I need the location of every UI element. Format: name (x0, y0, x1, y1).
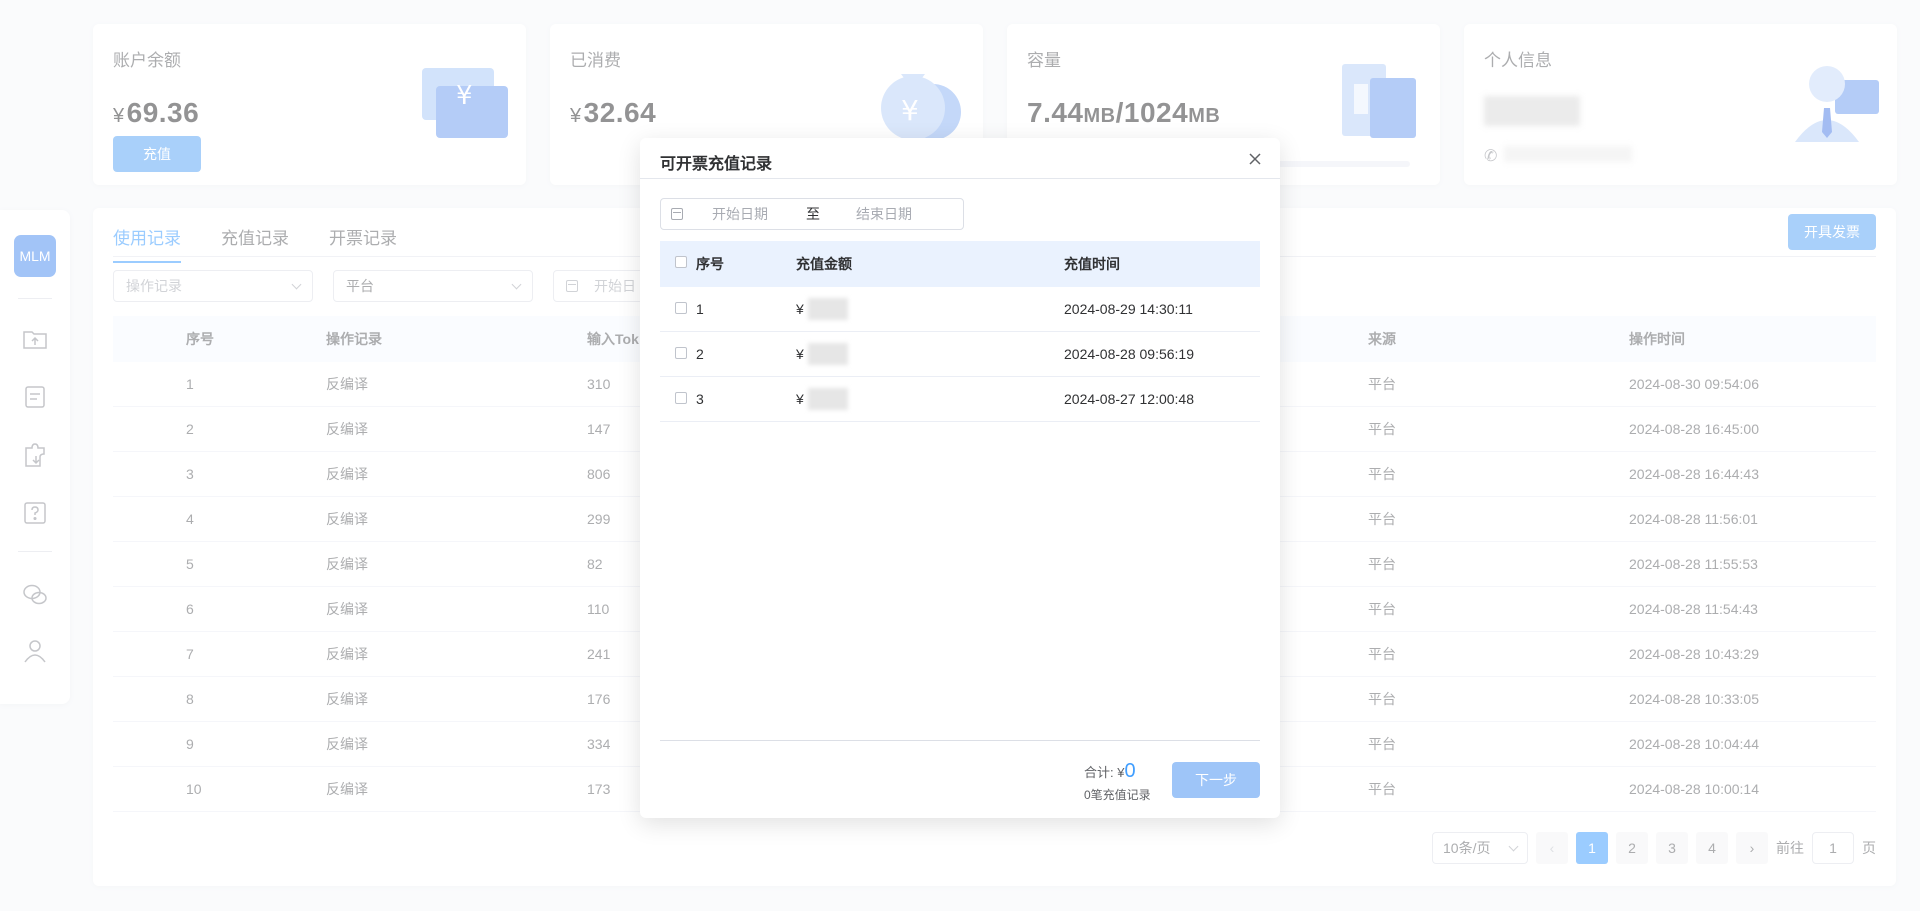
total-amount: 合计: ¥0 (1084, 760, 1136, 782)
recharge-table-header: 序号 充值金额 充值时间 (660, 241, 1260, 287)
col-index: 序号 (696, 256, 724, 272)
cell-index: 1 (696, 301, 704, 317)
row-checkbox[interactable] (675, 392, 687, 404)
close-icon[interactable] (1246, 150, 1264, 168)
invoiceable-recharge-dialog: 可开票充值记录 开始日期 至 结束日期 序号 充值金额 充值时间 1 ¥2024-… (640, 138, 1280, 818)
col-recharge-amount: 充值金额 (796, 256, 852, 272)
recharge-row: 3 ¥2024-08-27 12:00:48 (660, 377, 1260, 422)
dialog-header-divider (640, 178, 1280, 179)
dialog-title: 可开票充值记录 (660, 156, 773, 173)
recharge-date-range-picker[interactable]: 开始日期 至 结束日期 (660, 198, 964, 230)
recharge-row: 2 ¥2024-08-28 09:56:19 (660, 332, 1260, 377)
range-separator: 至 (806, 206, 820, 222)
col-recharge-time: 充值时间 (1064, 256, 1120, 272)
end-date-input[interactable]: 结束日期 (856, 204, 912, 224)
cell-recharge-time: 2024-08-29 14:30:11 (1064, 301, 1193, 317)
row-checkbox[interactable] (675, 347, 687, 359)
cell-recharge-amount: ¥ (796, 287, 848, 331)
dialog-footer-divider (660, 740, 1260, 741)
redacted-amount (807, 388, 848, 410)
record-count: 0笔充值记录 (1084, 788, 1151, 802)
select-all-checkbox[interactable] (675, 256, 687, 268)
cell-index: 2 (696, 346, 704, 362)
cell-recharge-amount: ¥ (796, 332, 848, 376)
row-checkbox[interactable] (675, 302, 687, 314)
calendar-icon (671, 208, 683, 220)
next-step-button[interactable]: 下一步 (1172, 762, 1260, 798)
recharge-row: 1 ¥2024-08-29 14:30:11 (660, 287, 1260, 332)
cell-recharge-time: 2024-08-27 12:00:48 (1064, 391, 1194, 407)
start-date-input[interactable]: 开始日期 (712, 204, 768, 224)
cell-index: 3 (696, 391, 704, 407)
redacted-amount (807, 298, 848, 320)
cell-recharge-amount: ¥ (796, 377, 848, 421)
cell-recharge-time: 2024-08-28 09:56:19 (1064, 346, 1194, 362)
redacted-amount (807, 343, 848, 365)
